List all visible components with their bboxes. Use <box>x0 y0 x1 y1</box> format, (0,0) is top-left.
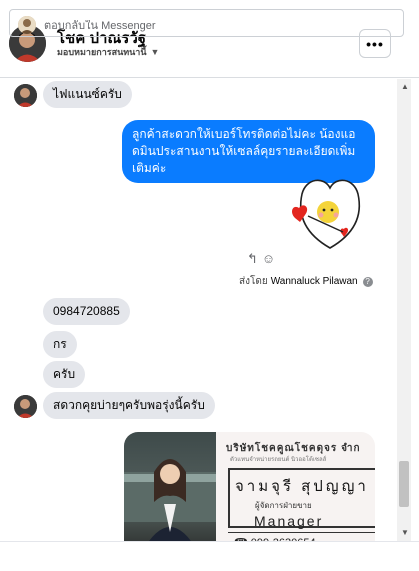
heart-sticker <box>288 172 372 254</box>
scrollbar-thumb[interactable] <box>399 461 409 507</box>
card-person-name: จามจุรี สุปญญา <box>235 478 369 495</box>
message-actions: ↰ ☺ <box>247 251 275 267</box>
card-divider <box>228 532 375 533</box>
help-icon[interactable]: ? <box>362 276 373 287</box>
scroll-down-icon[interactable]: ▼ <box>401 528 409 537</box>
message-composer <box>0 541 419 571</box>
business-card-image[interactable]: บริษัทโชคคูณโชคดุจร จำก ตัวแทนจำหน่ายรถย… <box>124 432 375 552</box>
more-icon: ••• <box>366 35 384 52</box>
incoming-message: กร <box>43 331 77 358</box>
contact-avatar-small <box>14 84 37 107</box>
scroll-up-icon[interactable]: ▲ <box>401 82 409 91</box>
incoming-message: ไฟแนนซ์ครับ <box>43 81 132 108</box>
card-title: Manager <box>254 513 324 529</box>
incoming-message: 0984720885 <box>43 298 130 325</box>
incoming-message: สดวกคุยบ่ายๆครับพอรุ่งนี้ครับ <box>43 392 215 419</box>
incoming-message: ครับ <box>43 361 86 388</box>
contact-avatar-small <box>14 395 37 418</box>
sent-by-prefix: ส่งโดย <box>239 276 268 287</box>
card-photo <box>124 432 216 552</box>
sent-by-info: ส่งโดย Wannaluck Pilawan ? <box>239 274 373 289</box>
chevron-down-icon: ▼ <box>150 47 160 57</box>
reply-input[interactable] <box>44 20 344 32</box>
card-role: ผู้จัดการฝ่ายขาย <box>255 501 312 510</box>
smiley-icon[interactable]: ☺ <box>262 251 275 267</box>
agent-avatar-icon <box>18 16 36 34</box>
sent-by-name: Wannaluck Pilawan <box>270 276 358 287</box>
assign-conversation[interactable]: มอบหมายการสนทนานี้ ▼ <box>57 45 159 59</box>
card-company-sub: ตัวแทนจำหน่ายรถยนต์ นิวออโต้เซลส์ <box>230 457 327 463</box>
reply-icon[interactable]: ↰ <box>247 251 258 267</box>
assign-conversation-label: มอบหมายการสนทนานี้ <box>57 47 147 57</box>
